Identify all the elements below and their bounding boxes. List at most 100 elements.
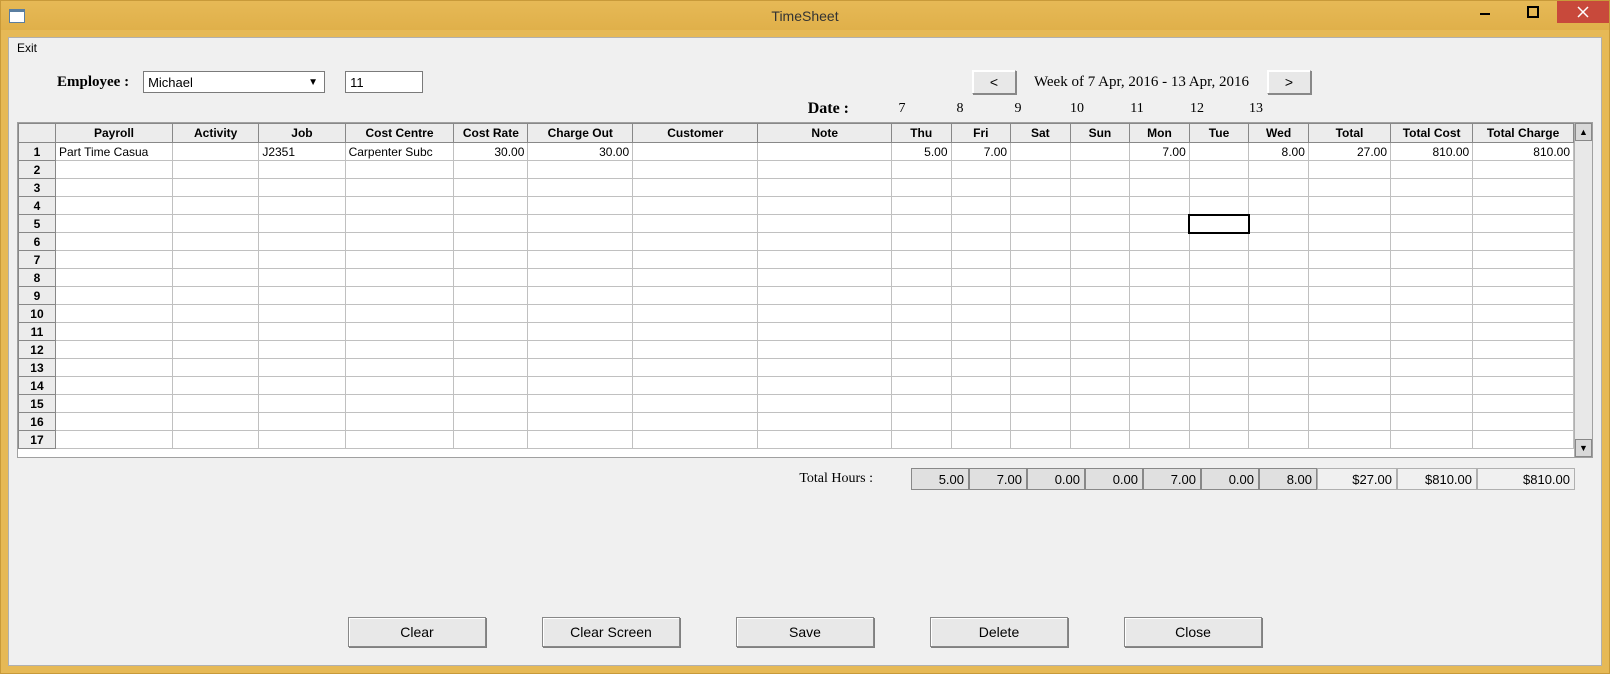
- grid-cell[interactable]: [528, 377, 633, 395]
- grid-cell[interactable]: [1391, 233, 1473, 251]
- grid-cell[interactable]: [633, 161, 758, 179]
- grid-cell[interactable]: [345, 287, 454, 305]
- employee-combo[interactable]: Michael ▼: [143, 71, 325, 93]
- row-number[interactable]: 9: [19, 287, 56, 305]
- grid-cell[interactable]: [259, 179, 345, 197]
- grid-cell[interactable]: [173, 305, 259, 323]
- grid-cell[interactable]: [1308, 215, 1390, 233]
- grid-cell[interactable]: [1130, 161, 1190, 179]
- grid-cell[interactable]: [259, 377, 345, 395]
- grid-cell[interactable]: [1249, 323, 1309, 341]
- row-number[interactable]: 14: [19, 377, 56, 395]
- grid-cell[interactable]: [1189, 341, 1249, 359]
- grid-cell[interactable]: [951, 197, 1011, 215]
- row-number[interactable]: 2: [19, 161, 56, 179]
- grid-cell[interactable]: [1011, 233, 1071, 251]
- grid-cell[interactable]: [1130, 359, 1190, 377]
- grid-cell[interactable]: [173, 233, 259, 251]
- grid-cell[interactable]: [633, 359, 758, 377]
- grid-cell[interactable]: [891, 287, 951, 305]
- grid-cell[interactable]: [951, 269, 1011, 287]
- menu-exit[interactable]: Exit: [9, 38, 45, 58]
- grid-cell[interactable]: [891, 377, 951, 395]
- grid-cell[interactable]: [345, 323, 454, 341]
- grid-cell[interactable]: [528, 251, 633, 269]
- grid-cell[interactable]: [1070, 287, 1130, 305]
- grid-cell[interactable]: [758, 251, 892, 269]
- grid-cell[interactable]: [758, 287, 892, 305]
- grid-cell[interactable]: [758, 179, 892, 197]
- grid-cell[interactable]: [1011, 305, 1071, 323]
- grid-cell[interactable]: [1249, 269, 1309, 287]
- grid-cell[interactable]: [633, 287, 758, 305]
- row-number[interactable]: 5: [19, 215, 56, 233]
- grid-cell[interactable]: [259, 215, 345, 233]
- grid-cell[interactable]: [1308, 197, 1390, 215]
- grid-cell[interactable]: [633, 305, 758, 323]
- grid-cell[interactable]: [345, 305, 454, 323]
- grid-cell[interactable]: [1308, 359, 1390, 377]
- grid-cell[interactable]: [891, 323, 951, 341]
- grid-cell[interactable]: Part Time Casua: [55, 143, 172, 161]
- grid-cell[interactable]: 810.00: [1473, 143, 1574, 161]
- grid-cell[interactable]: [1070, 395, 1130, 413]
- grid-cell[interactable]: [454, 431, 528, 449]
- grid-cell[interactable]: [1011, 143, 1071, 161]
- grid-cell[interactable]: [951, 305, 1011, 323]
- grid-cell[interactable]: [454, 305, 528, 323]
- grid-cell[interactable]: [633, 179, 758, 197]
- grid-cell[interactable]: [1391, 215, 1473, 233]
- save-button[interactable]: Save: [736, 617, 874, 647]
- grid-cell[interactable]: [1130, 233, 1190, 251]
- grid-cell[interactable]: [173, 197, 259, 215]
- grid-cell[interactable]: [1130, 413, 1190, 431]
- grid-cell[interactable]: [345, 251, 454, 269]
- grid-cell[interactable]: [758, 431, 892, 449]
- grid-cell[interactable]: [528, 395, 633, 413]
- grid-cell[interactable]: [951, 395, 1011, 413]
- grid-cell[interactable]: [1308, 305, 1390, 323]
- grid-cell[interactable]: [1249, 413, 1309, 431]
- grid-cell[interactable]: [528, 161, 633, 179]
- grid-cell[interactable]: [454, 395, 528, 413]
- grid-cell[interactable]: [1308, 323, 1390, 341]
- row-number[interactable]: 4: [19, 197, 56, 215]
- close-button[interactable]: Close: [1124, 617, 1262, 647]
- grid-cell[interactable]: [758, 377, 892, 395]
- grid-cell[interactable]: [1249, 161, 1309, 179]
- grid-cell[interactable]: [633, 341, 758, 359]
- grid-cell[interactable]: [1473, 323, 1574, 341]
- clear-screen-button[interactable]: Clear Screen: [542, 617, 680, 647]
- grid-cell[interactable]: [173, 287, 259, 305]
- grid-cell[interactable]: Carpenter Subc: [345, 143, 454, 161]
- grid-cell[interactable]: [1391, 269, 1473, 287]
- grid-cell[interactable]: [1070, 305, 1130, 323]
- grid-cell[interactable]: [1391, 359, 1473, 377]
- grid-cell[interactable]: [1473, 341, 1574, 359]
- grid-cell[interactable]: [1473, 161, 1574, 179]
- grid-cell[interactable]: [173, 179, 259, 197]
- grid-cell[interactable]: [1189, 395, 1249, 413]
- grid-cell[interactable]: [454, 179, 528, 197]
- row-number[interactable]: 1: [19, 143, 56, 161]
- grid-cell[interactable]: [1189, 197, 1249, 215]
- grid-cell[interactable]: [1189, 413, 1249, 431]
- grid-cell[interactable]: [1473, 269, 1574, 287]
- grid-cell[interactable]: [1308, 161, 1390, 179]
- grid-cell[interactable]: [1308, 413, 1390, 431]
- grid-cell[interactable]: [173, 413, 259, 431]
- grid-cell[interactable]: [1391, 305, 1473, 323]
- grid-cell[interactable]: [1308, 431, 1390, 449]
- grid-cell[interactable]: 5.00: [891, 143, 951, 161]
- grid-cell[interactable]: [1308, 341, 1390, 359]
- grid-cell[interactable]: [1130, 341, 1190, 359]
- maximize-button[interactable]: [1509, 1, 1557, 23]
- grid-cell[interactable]: [528, 197, 633, 215]
- grid-header[interactable]: Job: [259, 124, 345, 143]
- grid-header[interactable]: Total Charge: [1473, 124, 1574, 143]
- grid-cell[interactable]: [891, 413, 951, 431]
- grid-header[interactable]: Total: [1308, 124, 1390, 143]
- grid-cell[interactable]: [758, 143, 892, 161]
- grid-cell[interactable]: [259, 287, 345, 305]
- grid-cell[interactable]: [1011, 413, 1071, 431]
